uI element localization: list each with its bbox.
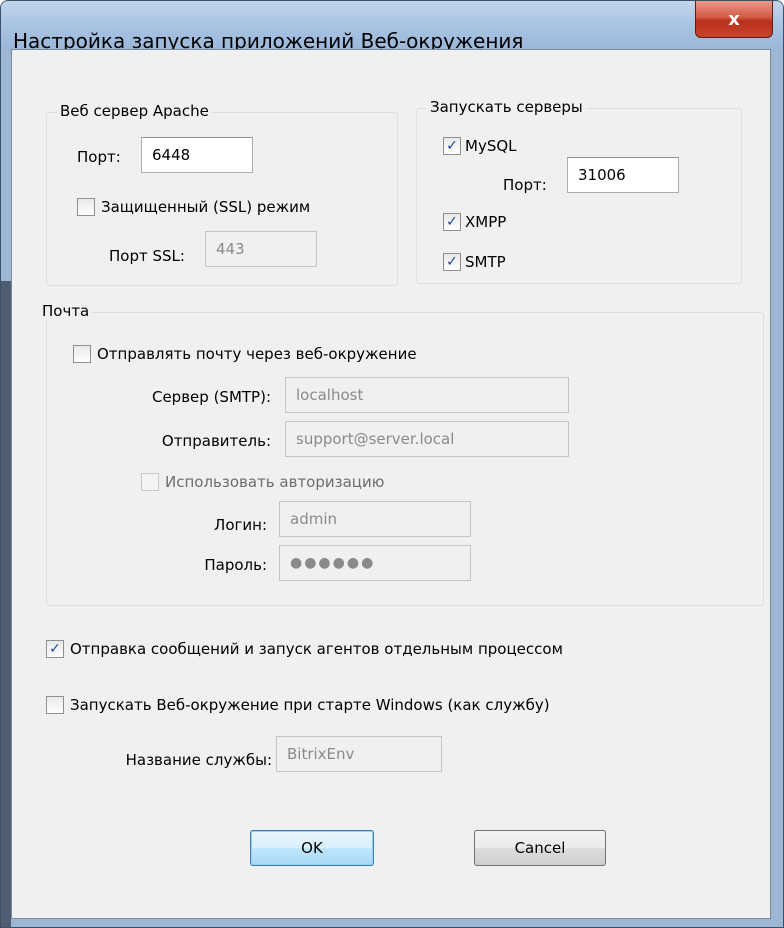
- apache-group-legend: Веб сервер Apache: [57, 101, 212, 121]
- use-auth-checkbox-label[interactable]: Использовать авторизацию: [165, 472, 384, 492]
- mail-group-legend: Почта: [39, 301, 93, 321]
- windows-service-checkbox[interactable]: [46, 696, 64, 714]
- ssl-checkbox[interactable]: [77, 198, 95, 216]
- dialog-client-area: Веб сервер Apache Порт: 6448 Защищенный …: [11, 49, 771, 919]
- servers-group-legend: Запускать серверы: [427, 97, 586, 117]
- smtp-server-input[interactable]: localhost: [285, 377, 569, 413]
- servers-group: Запускать серверы ✓ MySQL Порт: 31006 ✓ …: [416, 97, 742, 284]
- close-icon: x: [728, 8, 740, 30]
- send-mail-checkbox[interactable]: [73, 345, 91, 363]
- close-button[interactable]: x: [695, 1, 773, 38]
- use-auth-checkbox[interactable]: [141, 473, 159, 491]
- mysql-port-label: Порт:: [503, 176, 547, 194]
- cancel-button[interactable]: Cancel: [474, 830, 606, 866]
- sender-label: Отправитель:: [161, 432, 271, 450]
- login-input[interactable]: admin: [279, 501, 471, 537]
- ok-button[interactable]: OK: [250, 830, 374, 866]
- title-bar[interactable]: Настройка запуска приложений Веб-окружен…: [1, 1, 783, 53]
- password-input[interactable]: ●●●●●●: [279, 545, 471, 581]
- password-label: Пароль:: [204, 556, 267, 574]
- sender-input[interactable]: support@server.local: [285, 421, 569, 457]
- login-label: Логин:: [214, 516, 267, 534]
- checkmark-icon: ✓: [446, 254, 458, 270]
- mysql-port-input[interactable]: 31006: [567, 157, 679, 193]
- mysql-checkbox[interactable]: ✓: [443, 137, 461, 155]
- dialog-window: Настройка запуска приложений Веб-окружен…: [0, 0, 784, 928]
- send-mail-checkbox-label[interactable]: Отправлять почту через веб-окружение: [97, 344, 417, 364]
- ssl-port-label: Порт SSL:: [109, 247, 185, 265]
- mysql-checkbox-label[interactable]: MySQL: [465, 136, 517, 156]
- agents-checkbox-label[interactable]: Отправка сообщений и запуск агентов отде…: [70, 639, 563, 659]
- service-name-input[interactable]: BitrixEnv: [276, 736, 442, 772]
- apache-group: Веб сервер Apache Порт: 6448 Защищенный …: [46, 101, 398, 286]
- checkmark-icon: ✓: [446, 214, 458, 230]
- ssl-port-input[interactable]: 443: [205, 231, 317, 267]
- smtp-checkbox[interactable]: ✓: [443, 253, 461, 271]
- checkmark-icon: ✓: [446, 138, 458, 154]
- apache-port-label: Порт:: [77, 148, 121, 166]
- ssl-checkbox-label[interactable]: Защищенный (SSL) режим: [101, 197, 310, 217]
- xmpp-checkbox-label[interactable]: XMPP: [465, 212, 506, 232]
- windows-service-checkbox-label[interactable]: Запускать Веб-окружение при старте Windo…: [70, 695, 550, 715]
- xmpp-checkbox[interactable]: ✓: [443, 213, 461, 231]
- apache-port-input[interactable]: 6448: [141, 137, 253, 173]
- mail-group: Почта Отправлять почту через веб-окружен…: [39, 301, 764, 606]
- agents-checkbox[interactable]: ✓: [46, 640, 64, 658]
- smtp-checkbox-label[interactable]: SMTP: [465, 252, 506, 272]
- background-shadow: [1, 281, 11, 927]
- checkmark-icon: ✓: [49, 641, 61, 657]
- smtp-server-label: Сервер (SMTP):: [151, 388, 271, 406]
- service-name-label: Название службы:: [125, 751, 272, 769]
